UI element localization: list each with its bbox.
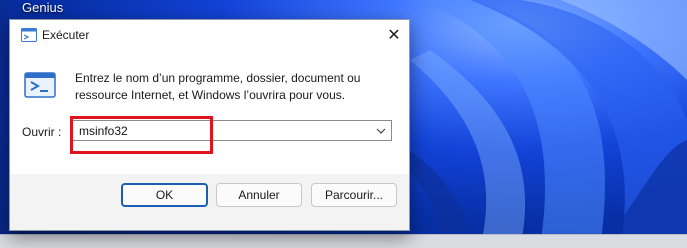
run-dialog: Exécuter ✕ Entrez le nom d’un programme,… <box>9 19 410 231</box>
desktop-icon-label[interactable]: Genius <box>22 0 63 15</box>
open-label: Ouvrir : <box>22 125 62 139</box>
cancel-button[interactable]: Annuler <box>216 183 302 207</box>
title-bar[interactable]: Exécuter ✕ <box>10 20 409 50</box>
button-bar: OK Annuler Parcourir... <box>10 174 409 230</box>
run-app-icon <box>21 28 37 42</box>
browse-button[interactable]: Parcourir... <box>311 183 397 207</box>
dialog-content: Entrez le nom d’un programme, dossier, d… <box>10 50 409 174</box>
ok-button[interactable]: OK <box>121 183 208 207</box>
dialog-title: Exécuter <box>42 28 90 42</box>
taskbar <box>0 234 687 248</box>
close-icon: ✕ <box>387 27 401 44</box>
run-program-icon <box>24 72 56 98</box>
dialog-description: Entrez le nom d’un programme, dossier, d… <box>75 71 361 102</box>
chevron-down-icon[interactable] <box>376 126 386 136</box>
input-highlight-annotation <box>70 116 213 154</box>
close-button[interactable]: ✕ <box>379 20 409 50</box>
